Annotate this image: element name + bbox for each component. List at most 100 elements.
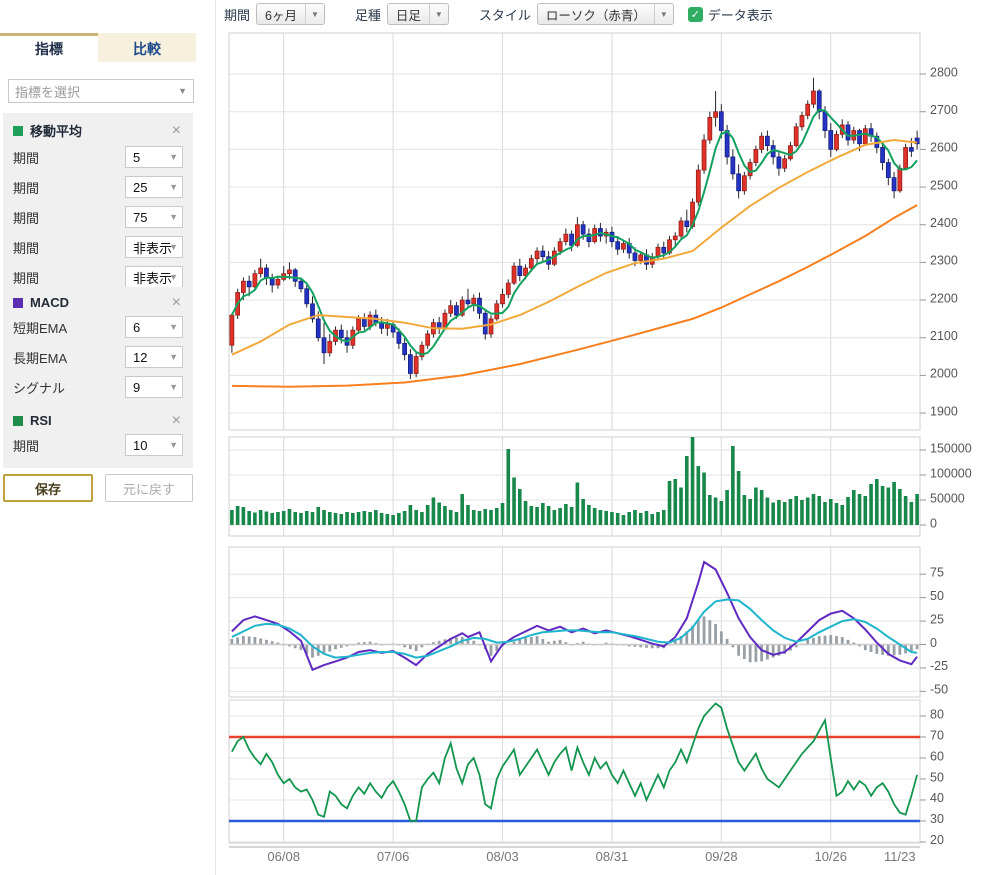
tab-indicators[interactable]: 指標 [0, 33, 98, 62]
x-axis-label: 10/26 [814, 849, 847, 864]
price-pane: 2800 2700 2600 2500 2400 2300 2200 2100 2000 1900 [229, 33, 958, 430]
section-rsi: RSI×期間10▼ [3, 405, 193, 468]
price-axis-label: 2400 [930, 216, 958, 230]
row-label: 期間 [13, 208, 125, 227]
rsi-color-swatch-icon [13, 416, 23, 426]
close-icon[interactable]: × [170, 416, 183, 426]
chart-region: 期間 6ヶ月 ▼ 足種 日足 ▼ スタイル ローソク（赤青） ▼ ✓ データ表示… [215, 0, 983, 875]
chevron-down-icon: ▼ [169, 352, 178, 362]
row-label: 長期EMA [13, 348, 125, 367]
save-button[interactable]: 保存 [3, 474, 93, 502]
sidebar-buttons: 保存 元に戻す [3, 474, 193, 502]
macd-row-2: シグナル9▼ [3, 372, 193, 402]
sidebar-tabs: 指標 比較 [0, 33, 196, 62]
price-axis-label: 2000 [930, 367, 958, 381]
price-axis-label: 2200 [930, 291, 958, 305]
moving-average-value-select-3[interactable]: 非表示▼ [125, 236, 183, 258]
section-moving-average: 移動平均×期間5▼期間25▼期間75▼期間非表示▼期間非表示▼ [3, 113, 193, 300]
macd-axis-label: -50 [930, 683, 948, 697]
macd-axis-label: 50 [930, 589, 944, 603]
x-axis-label: 09/28 [705, 849, 738, 864]
row-label: 期間 [13, 268, 125, 287]
row-label: 期間 [13, 148, 125, 167]
macd-color-swatch-icon [13, 298, 23, 308]
section-header: 移動平均× [3, 113, 193, 142]
x-axis-label: 08/03 [486, 849, 519, 864]
indicator-select[interactable]: 指標を選択 ▼ [8, 79, 194, 103]
chart-canvas[interactable]: 2800 2700 2600 2500 2400 2300 2200 2100 2000 1900… [216, 0, 983, 875]
row-label: 期間 [13, 436, 125, 455]
chevron-down-icon: ▼ [178, 86, 187, 96]
rsi-axis-label: 60 [930, 749, 944, 763]
macd-value-select-0[interactable]: 6▼ [125, 316, 183, 338]
indicator-sidebar: 指標 比較 指標を選択 ▼ 移動平均×期間5▼期間25▼期間75▼期間非表示▼期… [0, 0, 196, 875]
x-axis-label: 11/23 [884, 849, 916, 864]
rsi-axis-label: 80 [930, 707, 944, 721]
rsi-value-select-0[interactable]: 10▼ [125, 434, 183, 456]
section-title: RSI [30, 413, 170, 428]
close-icon[interactable]: × [170, 126, 183, 136]
rsi-row-0: 期間10▼ [3, 430, 193, 460]
price-axis-label: 2300 [930, 254, 958, 268]
tab-compare[interactable]: 比較 [98, 33, 196, 62]
price-axis-label: 2700 [930, 103, 958, 117]
volume-axis-label: 0 [930, 516, 937, 530]
volume-axis-label: 50000 [930, 491, 965, 505]
indicator-select-placeholder: 指標を選択 [15, 82, 80, 101]
rsi-axis-label: 20 [930, 833, 944, 847]
row-label: 短期EMA [13, 318, 125, 337]
stock-chart-app: 指標 比較 指標を選択 ▼ 移動平均×期間5▼期間25▼期間75▼期間非表示▼期… [0, 0, 983, 875]
moving-average-value-select-2[interactable]: 75 ▼ [125, 206, 183, 228]
section-macd: MACD×短期EMA6▼長期EMA12▼シグナル9▼ [3, 287, 193, 410]
price-axis-label: 2100 [930, 329, 958, 343]
section-header: MACD× [3, 287, 193, 312]
row-label: 期間 [13, 238, 125, 257]
chevron-down-icon: ▼ [169, 322, 178, 332]
macd-axis-label: 25 [930, 612, 944, 626]
price-axis-label: 2600 [930, 141, 958, 155]
rsi-axis-label: 30 [930, 812, 944, 826]
rsi-axis-label: 70 [930, 728, 944, 742]
row-label: シグナル [13, 378, 125, 397]
row-label: 期間 [13, 178, 125, 197]
section-header: RSI× [3, 405, 193, 430]
reset-button[interactable]: 元に戻す [105, 474, 193, 502]
moving-average-color-swatch-icon [13, 126, 23, 136]
moving-average-value-select-4[interactable]: 非表示▼ [125, 266, 183, 288]
rsi-axis-label: 40 [930, 791, 944, 805]
moving-average-row-3: 期間非表示▼ [3, 232, 193, 262]
close-icon[interactable]: × [170, 298, 183, 308]
macd-axis-label: 75 [930, 565, 944, 579]
chevron-down-icon: ▼ [169, 440, 178, 450]
moving-average-value-select-0[interactable]: 5▼ [125, 146, 183, 168]
select-value: 6 [133, 320, 140, 335]
macd-row-0: 短期EMA6▼ [3, 312, 193, 342]
moving-average-row-0: 期間5▼ [3, 142, 193, 172]
price-axis-label: 2500 [930, 178, 958, 192]
price-axis-label: 1900 [930, 404, 958, 418]
volume-axis-label: 100000 [930, 466, 972, 480]
select-value: 5 [133, 150, 140, 165]
chevron-down-icon: ▼ [169, 212, 178, 222]
section-title: MACD [30, 295, 170, 310]
price-axis-label: 2800 [930, 65, 958, 79]
chevron-down-icon: ▼ [169, 242, 178, 252]
macd-value-select-2[interactable]: 9▼ [125, 376, 183, 398]
volume-axis-label: 150000 [930, 441, 972, 455]
select-value: 非表示 [133, 238, 172, 257]
x-axis-label: 07/06 [377, 849, 410, 864]
select-value: 9 [133, 380, 140, 395]
moving-average-value-select-1[interactable]: 25▼ [125, 176, 183, 198]
macd-value-select-1[interactable]: 12 ▼ [125, 346, 183, 368]
moving-average-row-2: 期間 75 ▼ [3, 202, 193, 232]
chevron-down-icon: ▼ [169, 272, 178, 282]
x-axis-label: 06/08 [267, 849, 300, 864]
rsi-pane: 80 70 60 50 40 30 20 [229, 700, 944, 847]
chevron-down-icon: ▼ [169, 152, 178, 162]
select-value: 12 [133, 350, 147, 365]
macd-axis-label: -25 [930, 659, 948, 673]
select-value: 75 [133, 210, 147, 225]
chevron-down-icon: ▼ [169, 382, 178, 392]
rsi-axis-label: 50 [930, 770, 944, 784]
volume-pane: 150000 100000 50000 0 [229, 437, 972, 536]
